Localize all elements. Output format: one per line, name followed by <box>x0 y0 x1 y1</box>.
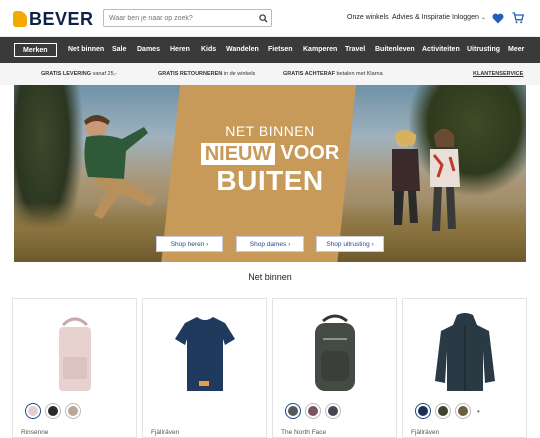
usp-achteraf-bold: GRATIS ACHTERAF <box>283 71 335 77</box>
product-card[interactable]: Rinsenne <box>12 298 137 438</box>
hero-voor-label: VOOR <box>280 142 340 164</box>
usp-levering-bold: GRATIS LEVERING <box>41 71 92 77</box>
main-navigation: Merken Net binnen Sale Dames Heren Kids … <box>0 37 540 63</box>
onze-winkels-link[interactable]: Onze winkels <box>347 14 389 21</box>
hero-banner[interactable]: NET BINNEN NIEUW VOOR BUITEN Shop heren … <box>14 85 526 262</box>
heart-icon[interactable] <box>492 11 504 29</box>
search-icon[interactable] <box>255 13 271 23</box>
hero-nieuw-label: NIEUW <box>200 142 276 165</box>
swatch-option[interactable] <box>45 403 61 419</box>
site-header: BEVER Onze winkels Advies & Inspiratie I… <box>0 0 540 37</box>
search-input[interactable] <box>104 14 255 22</box>
nav-item-uitrusting[interactable]: Uitrusting <box>467 46 500 53</box>
usp-levering: GRATIS LEVERING vanaf 25,- <box>41 71 117 77</box>
swatch-option[interactable] <box>325 403 341 419</box>
shop-heren-button[interactable]: Shop heren › <box>156 236 223 252</box>
hero-line-net-binnen: NET BINNEN <box>225 123 315 139</box>
usp-retourneren-text: in de winkels <box>222 71 256 77</box>
product-brand: Fjällräven <box>411 429 440 436</box>
nav-item-wandelen[interactable]: Wandelen <box>226 46 259 53</box>
product-card[interactable]: The North Face <box>272 298 397 438</box>
bever-logo[interactable]: BEVER <box>13 9 94 29</box>
swatch-option[interactable] <box>435 403 451 419</box>
swatch-option[interactable] <box>65 403 81 419</box>
cart-icon[interactable] <box>512 11 525 29</box>
shop-dames-button[interactable]: Shop dames › <box>236 236 304 252</box>
swatch-option[interactable] <box>285 403 301 419</box>
nav-item-kids[interactable]: Kids <box>201 46 216 53</box>
nav-item-meer[interactable]: Meer <box>508 46 524 53</box>
nav-item-sale[interactable]: Sale <box>112 46 126 53</box>
product-brand: The North Face <box>281 429 327 436</box>
product-card[interactable]: Fjällräven <box>142 298 267 438</box>
jacket-image <box>435 313 495 391</box>
backpack-tote-image <box>59 317 91 391</box>
product-brand: Fjällräven <box>151 429 180 436</box>
swatch-option[interactable] <box>305 403 321 419</box>
hero-hikers-image <box>392 129 460 231</box>
t-shirt-image <box>175 317 235 391</box>
nav-item-heren[interactable]: Heren <box>170 46 190 53</box>
nav-merken-button[interactable]: Merken <box>14 43 57 57</box>
swatch-option[interactable] <box>25 403 41 419</box>
logo-mark-icon <box>13 11 27 27</box>
advies-inspiratie-link[interactable]: Advies & Inspiratie <box>392 14 450 21</box>
hero-line-nieuw-voor: NIEUW VOOR <box>180 142 360 165</box>
color-swatches: • <box>415 403 480 419</box>
color-swatches <box>285 403 341 419</box>
hero-headline: NET BINNEN NIEUW VOOR BUITEN <box>180 123 360 197</box>
login-label: Inloggen <box>452 14 479 21</box>
search-bar <box>103 9 272 27</box>
color-swatches <box>25 403 81 419</box>
section-title-net-binnen: Net binnen <box>248 272 292 282</box>
usp-bar: GRATIS LEVERING vanaf 25,- GRATIS RETOUR… <box>0 63 540 85</box>
nav-item-dames[interactable]: Dames <box>137 46 160 53</box>
usp-achteraf-text: betalen met Klarna <box>334 71 383 77</box>
login-link[interactable]: Inloggen ⌄ <box>452 14 486 21</box>
nav-item-fietsen[interactable]: Fietsen <box>268 46 293 53</box>
klantenservice-link[interactable]: KLANTENSERVICE <box>473 71 523 77</box>
hero-line-buiten: BUITEN <box>216 165 324 196</box>
usp-retourneren: GRATIS RETOURNEREN in de winkels <box>158 71 255 77</box>
product-card[interactable]: • Fjällräven <box>402 298 527 438</box>
usp-achteraf: GRATIS ACHTERAF betalen met Klarna <box>283 71 383 77</box>
logo-text: BEVER <box>29 8 94 29</box>
nav-item-net-binnen[interactable]: Net binnen <box>68 46 104 53</box>
more-swatches-indicator[interactable]: • <box>477 407 480 419</box>
swatch-option[interactable] <box>415 403 431 419</box>
swatch-option[interactable] <box>455 403 471 419</box>
shop-uitrusting-button[interactable]: Shop uitrusting › <box>316 236 384 252</box>
usp-retourneren-bold: GRATIS RETOURNEREN <box>158 71 223 77</box>
product-brand: Rinsenne <box>21 429 49 436</box>
nav-item-buitenleven[interactable]: Buitenleven <box>375 46 415 53</box>
usp-levering-text: vanaf 25,- <box>91 71 118 77</box>
hero-man-jumping-image <box>84 115 156 219</box>
nav-item-travel[interactable]: Travel <box>345 46 365 53</box>
backpack-image <box>315 314 355 391</box>
nav-item-activiteiten[interactable]: Activiteiten <box>422 46 460 53</box>
nav-item-kamperen[interactable]: Kamperen <box>303 46 337 53</box>
chevron-down-icon: ⌄ <box>480 15 486 21</box>
